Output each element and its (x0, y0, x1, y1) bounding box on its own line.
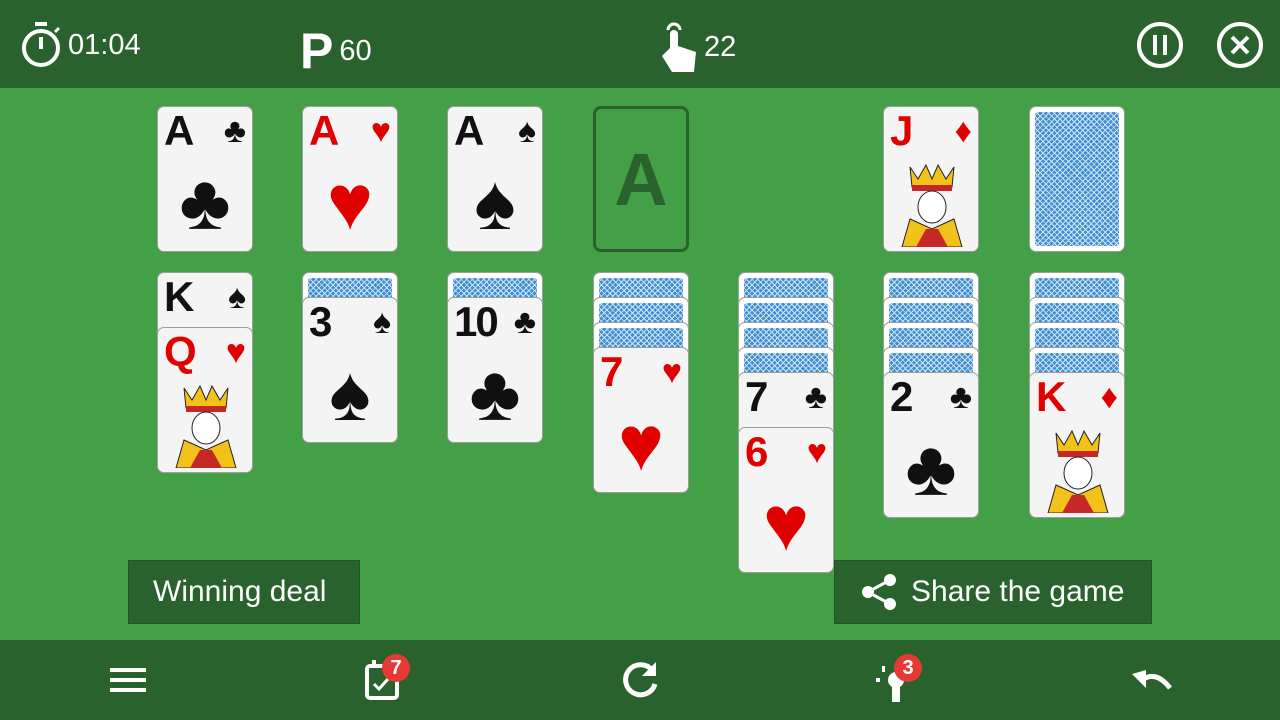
daily-challenge-button[interactable]: 7 (360, 654, 410, 704)
card-suit-small: ♥ (225, 333, 246, 371)
undo-icon (1132, 670, 1172, 690)
moves-value: 22 (704, 30, 737, 63)
close-icon (1230, 35, 1250, 55)
share-game-button[interactable]: Share the game (834, 560, 1152, 624)
stopwatch-icon (22, 22, 61, 67)
card-rank: 7 (745, 373, 768, 420)
card-suit-large: ♥ (762, 479, 810, 567)
tableau-card[interactable]: 10 ♣ ♣ (447, 297, 543, 443)
card-suit-small: ♦ (1100, 378, 1118, 416)
winning-deal-button[interactable]: Winning deal (128, 560, 360, 624)
tableau-card[interactable]: Q ♥ (157, 327, 253, 473)
pause-button[interactable] (1137, 22, 1183, 68)
card-suit-small: ♥ (661, 353, 682, 391)
card-rank: 6 (745, 428, 768, 475)
card-suit-large: ♠ (474, 158, 516, 246)
card-rank: 3 (309, 298, 332, 345)
tableau-card[interactable]: 3 ♠ ♠ (302, 297, 398, 443)
card-rank: A (309, 107, 339, 154)
undo-button[interactable] (1128, 656, 1176, 704)
close-button[interactable] (1217, 22, 1263, 68)
card-rank: Q (164, 328, 197, 375)
card-rank: A (164, 107, 194, 154)
card-rank: A (454, 107, 484, 154)
face-down-card[interactable] (1029, 106, 1125, 252)
foundation-card[interactable]: A ♥ ♥ (302, 106, 398, 252)
card-rank: 2 (890, 373, 913, 420)
points: P 60 (300, 22, 372, 80)
card-rank: J (890, 107, 913, 154)
card-rank: 7 (600, 348, 623, 395)
card-suit-small: ♠ (517, 112, 536, 150)
slot-label: A (614, 137, 668, 221)
hint-badge: 3 (894, 654, 922, 682)
menu-icon (110, 668, 146, 692)
menu-button[interactable] (104, 656, 152, 704)
card-suit-large: ♣ (905, 424, 957, 512)
tableau-card[interactable]: 7 ♥ ♥ (593, 347, 689, 493)
card-rank: 10 (454, 298, 499, 345)
card-suit-large: ♥ (326, 158, 374, 246)
card-suit-small: ♠ (372, 303, 391, 341)
card-suit-large: ♥ (617, 399, 665, 487)
card-suit-small: ♥ (370, 112, 391, 150)
card-suit-small: ♣ (804, 378, 827, 416)
points-value: 60 (339, 34, 372, 67)
tableau-card[interactable]: K ♦ (1029, 372, 1125, 518)
winning-deal-label: Winning deal (153, 575, 327, 608)
card-back-pattern (1035, 112, 1119, 246)
restart-icon (623, 662, 658, 698)
card-suit-small: ♥ (806, 433, 827, 471)
tableau-card[interactable]: 2 ♣ ♣ (883, 372, 979, 518)
card-suit-large: ♠ (329, 349, 371, 437)
hint-button[interactable]: 3 (870, 654, 922, 704)
face-card-portrait (901, 163, 963, 247)
daily-badge: 7 (382, 654, 410, 682)
restart-button[interactable] (616, 656, 664, 704)
card-suit-small: ♣ (223, 112, 246, 150)
timer-value: 01:04 (68, 28, 141, 61)
timer: 01:04 (20, 22, 141, 68)
card-suit-large: ♣ (469, 349, 521, 437)
card-suit-small: ♦ (954, 112, 972, 150)
pause-icon (1153, 35, 1167, 55)
face-card-portrait (175, 384, 237, 468)
card-rank: K (1036, 373, 1066, 420)
foundation-card[interactable]: A ♠ ♠ (447, 106, 543, 252)
points-icon: P (300, 23, 334, 79)
waste-card[interactable]: J ♦ (883, 106, 979, 252)
card-rank: K (164, 273, 194, 320)
card-suit-large: ♣ (179, 158, 231, 246)
card-suit-small: ♣ (949, 378, 972, 416)
share-label: Share the game (911, 575, 1125, 608)
tap-hand-icon (662, 22, 696, 72)
share-icon (862, 574, 896, 610)
moves: 22 (660, 22, 736, 72)
tableau-card[interactable]: 6 ♥ ♥ (738, 427, 834, 573)
card-suit-small: ♣ (513, 303, 536, 341)
top-bar: 01:04 P 60 22 (0, 0, 1280, 88)
card-suit-small: ♠ (227, 278, 246, 316)
foundation-card[interactable]: A ♣ ♣ (157, 106, 253, 252)
face-card-portrait (1047, 429, 1109, 513)
empty-foundation-slot[interactable]: A (593, 106, 689, 252)
